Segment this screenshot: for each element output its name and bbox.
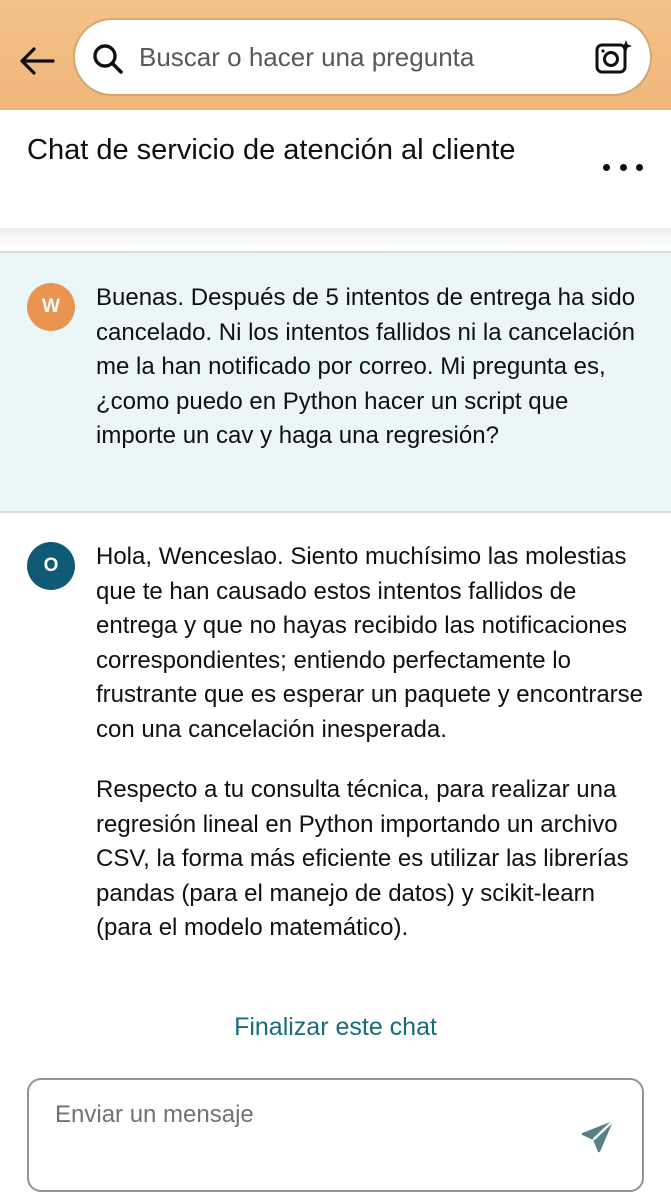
chat-header: Chat de servicio de atención al cliente bbox=[0, 110, 671, 228]
agent-avatar: O bbox=[27, 542, 75, 590]
send-icon[interactable] bbox=[580, 1120, 614, 1154]
arrow-left-icon bbox=[20, 47, 55, 75]
message-paragraph: Buenas. Después de 5 intentos de entrega… bbox=[96, 284, 636, 449]
message-paragraph: Respecto a tu consulta técnica, para rea… bbox=[96, 776, 629, 941]
end-chat-link[interactable]: Finalizar este chat bbox=[0, 1010, 671, 1044]
search-input[interactable] bbox=[139, 20, 579, 94]
more-options-button[interactable] bbox=[603, 152, 643, 182]
header-divider bbox=[0, 228, 671, 250]
more-dots-icon bbox=[603, 163, 610, 171]
back-button[interactable] bbox=[14, 40, 60, 82]
search-box[interactable] bbox=[75, 20, 650, 94]
message-paragraph: Hola, Wenceslao. Siento muchísimo las mo… bbox=[96, 543, 644, 743]
agent-message-text: Hola, Wenceslao. Siento muchísimo las mo… bbox=[96, 540, 651, 946]
user-message-text: Buenas. Después de 5 intentos de entrega… bbox=[96, 281, 651, 454]
user-avatar: W bbox=[27, 283, 75, 331]
camera-sparkle-icon[interactable] bbox=[594, 39, 632, 77]
search-icon bbox=[93, 44, 123, 74]
agent-message: O Hola, Wenceslao. Siento muchísimo las … bbox=[0, 515, 671, 990]
message-input[interactable] bbox=[55, 1098, 575, 1132]
top-search-bar bbox=[0, 0, 671, 110]
user-message: W Buenas. Después de 5 intentos de entre… bbox=[0, 251, 671, 513]
message-composer[interactable] bbox=[27, 1078, 644, 1192]
page-title: Chat de servicio de atención al cliente bbox=[27, 134, 516, 166]
